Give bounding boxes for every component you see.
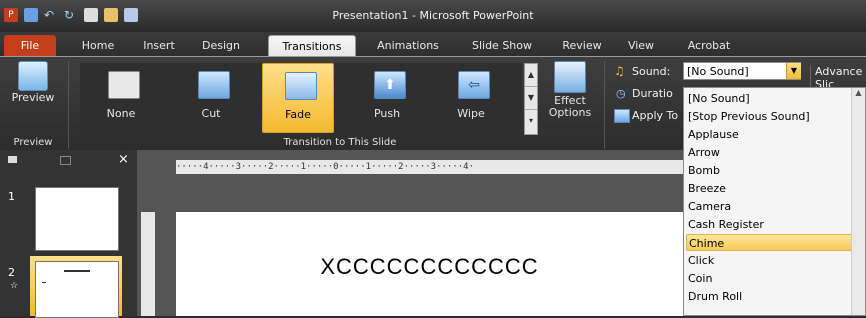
transition-group-label: Transition to This Slide <box>283 137 397 148</box>
duration-label: Duratio <box>632 87 673 100</box>
vertical-ruler <box>141 212 155 316</box>
scroll-up-icon[interactable]: ▲ <box>525 64 537 87</box>
none-transition-icon <box>108 71 140 99</box>
title-bar: P ↶ ↻ Presentation1 - Microsoft PowerPoi… <box>0 0 866 32</box>
transition-wipe[interactable]: ⇦ Wipe <box>436 63 506 131</box>
preview-group-label: Preview <box>13 137 53 148</box>
dropdown-scrollbar[interactable]: ▲ <box>851 88 865 315</box>
duration-icon: ◷ <box>616 87 626 100</box>
transition-none[interactable]: None <box>86 63 156 131</box>
transition-push[interactable]: ⬆ Push <box>352 63 422 131</box>
sound-option-camera[interactable]: Camera <box>686 198 856 215</box>
slide-thumbnail-1[interactable] <box>35 187 119 251</box>
sound-icon: ♫ <box>614 64 625 78</box>
wipe-arrow-icon: ⇦ <box>458 71 490 99</box>
ribbon-tabs: File Home Insert Design Transitions Anim… <box>0 32 866 57</box>
sound-option-bomb[interactable]: Bomb <box>686 162 856 179</box>
slides-tab-icon[interactable] <box>8 156 17 163</box>
tab-acrobat[interactable]: Acrobat <box>678 35 740 56</box>
slide-number: 2 <box>8 266 15 279</box>
sound-option-click[interactable]: Click <box>686 252 856 269</box>
tab-animations[interactable]: Animations <box>366 35 450 56</box>
slide-title[interactable]: XCCCCCCCCCCCC <box>176 254 683 280</box>
sound-option-breeze[interactable]: Breeze <box>686 180 856 197</box>
chevron-down-icon[interactable]: ▼ <box>786 63 801 79</box>
push-arrow-icon: ⬆ <box>374 71 406 99</box>
sound-label: Sound: <box>632 65 671 78</box>
sound-option-cash-register[interactable]: Cash Register <box>686 216 856 233</box>
apply-to-all-icon <box>614 109 630 123</box>
transition-gallery: None Cut Fade ⬆ Push ⇦ Wipe <box>80 63 522 133</box>
sound-option-coin[interactable]: Coin <box>686 270 856 287</box>
cut-transition-icon <box>198 71 230 99</box>
slides-panel: × 1 2 ☆ <box>0 150 137 318</box>
tab-home[interactable]: Home <box>70 35 126 56</box>
options-label: Options <box>548 106 592 119</box>
transition-star-icon: ☆ <box>10 281 19 291</box>
slide-thumbnail-2[interactable] <box>35 261 119 318</box>
sound-option-stop-previous[interactable]: [Stop Previous Sound] <box>686 108 856 125</box>
thumb-bullet <box>42 282 46 283</box>
horizontal-ruler: ·····4·····3·····2·····1·····0·····1····… <box>176 160 683 174</box>
transition-label: Wipe <box>457 107 485 120</box>
gallery-more-icon[interactable]: ▾ <box>525 110 537 132</box>
apply-to-all-button[interactable]: Apply To <box>632 109 678 122</box>
tab-design[interactable]: Design <box>192 35 250 56</box>
sound-dropdown-list: [No Sound] [Stop Previous Sound] Applaus… <box>683 87 866 316</box>
sound-option-no-sound[interactable]: [No Sound] <box>686 90 856 107</box>
transition-label: None <box>106 107 136 120</box>
tab-view[interactable]: View <box>618 35 664 56</box>
preview-icon[interactable] <box>18 61 48 91</box>
transition-fade[interactable]: Fade <box>262 63 334 133</box>
tab-transitions[interactable]: Transitions <box>268 35 356 57</box>
scroll-down-icon[interactable]: ▼ <box>525 87 537 110</box>
transition-label: Fade <box>285 108 311 121</box>
sound-option-applause[interactable]: Applause <box>686 126 856 143</box>
tab-slide-show[interactable]: Slide Show <box>460 35 544 56</box>
transition-label: Push <box>373 107 401 120</box>
fade-transition-icon <box>285 72 317 100</box>
effect-options-button[interactable]: Effect Options <box>542 95 598 119</box>
scroll-up-icon[interactable]: ▲ <box>852 88 865 97</box>
window-title: Presentation1 - Microsoft PowerPoint <box>332 9 534 22</box>
sound-select[interactable]: [No Sound] <box>683 62 801 80</box>
preview-button[interactable]: Preview <box>2 91 64 104</box>
group-separator <box>604 61 605 149</box>
slide-number: 1 <box>8 190 15 203</box>
outline-tab-icon[interactable] <box>60 156 71 165</box>
close-icon[interactable]: × <box>118 152 129 167</box>
sound-option-drum-roll[interactable]: Drum Roll <box>686 288 856 305</box>
thumb-title-line <box>64 270 90 272</box>
transition-cut[interactable]: Cut <box>176 63 246 131</box>
gallery-scroll[interactable]: ▲ ▼ ▾ <box>524 63 538 135</box>
tab-file[interactable]: File <box>4 35 56 56</box>
sound-option-arrow[interactable]: Arrow <box>686 144 856 161</box>
tab-review[interactable]: Review <box>554 35 610 56</box>
effect-options-icon[interactable] <box>554 61 586 93</box>
group-separator <box>68 61 69 149</box>
sound-option-chime[interactable]: Chime <box>686 234 856 251</box>
transition-label: Cut <box>201 107 221 120</box>
tab-insert[interactable]: Insert <box>134 35 184 56</box>
slide-canvas[interactable]: XCCCCCCCCCCCC <box>176 212 683 316</box>
